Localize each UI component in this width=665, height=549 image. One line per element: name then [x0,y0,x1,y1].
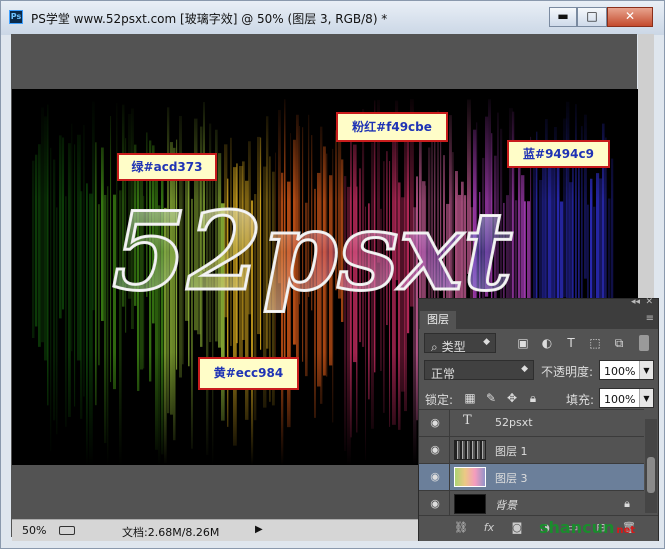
layer-name[interactable]: 图层 1 [495,443,528,459]
search-icon: ⌕ [431,340,438,354]
panel-menu-icon[interactable]: ≡ [646,313,654,324]
photoshop-app-icon: Ps [9,10,23,24]
filter-pixel-icon[interactable]: ▣ [515,335,531,351]
chevron-updown-icon: ◆ [483,337,490,347]
lock-icon: 🔒︎ [624,497,630,510]
lock-image-brush-icon[interactable]: ✎ [483,390,499,406]
document-size: 文档:2.68M/8.26M [122,526,220,539]
layer-name[interactable]: 图层 3 [495,470,528,486]
layer-name[interactable]: 52psxt [495,416,533,429]
fill-label: 填充: [566,393,595,407]
layer-name[interactable]: 背景 [495,497,517,513]
visibility-eye-icon[interactable]: ◉ [428,416,442,430]
opacity-field[interactable]: 100% ▼ [599,360,654,380]
filter-adjustment-icon[interactable]: ◐ [539,335,555,351]
proof-setup-icon[interactable] [59,526,75,535]
opacity-value: 100% [604,365,636,378]
callout-pink: 粉红#f49cbe [336,112,448,142]
photoshop-window: Ps PS学堂 www.52psxt.com [玻璃字效] @ 50% (图层 … [0,0,665,549]
lock-label: 锁定: [425,393,454,407]
layer-row-52psxt[interactable]: ◉ T 52psxt [419,409,644,437]
collapse-panel-icon[interactable]: ◂◂ [631,297,640,307]
filter-toggle-switch[interactable] [639,335,649,351]
blend-mode-select[interactable]: 正常 ◆ [424,360,534,381]
panel-header[interactable]: ◂◂ ✕ [419,297,658,311]
visibility-eye-icon[interactable]: ◉ [428,497,442,511]
filter-smartobject-icon[interactable]: ⧉ [611,335,627,351]
visibility-eye-icon[interactable]: ◉ [428,470,442,484]
chevron-updown-icon: ◆ [521,364,528,374]
panel-tab-row: 图层 ≡ [419,311,658,329]
layer-style-fx-icon[interactable]: fx [481,520,497,536]
add-mask-icon[interactable]: ◙ [509,520,525,536]
filter-kind-value: ⌕ 类型 [431,340,466,354]
close-panel-icon[interactable]: ✕ [645,297,653,307]
scrollbar-thumb[interactable] [647,457,655,493]
status-menu-arrow-icon[interactable]: ▶ [255,524,263,535]
fill-value: 100% [604,393,636,406]
layers-panel: ◂◂ ✕ 图层 ≡ ⌕ 类型 ◆ ▣ ◐ T ⬚ ⧉ 正常 ◆ 不透明度: 10… [418,297,659,541]
glass-text-highlight: 52psxt [112,189,513,315]
layer-row-layer3[interactable]: ◉ 图层 3 [419,463,644,491]
layer-thumbnail [454,440,486,460]
fill-field[interactable]: 100% ▼ [599,388,654,408]
layer-filter-select[interactable]: ⌕ 类型 ◆ [424,333,496,354]
close-button[interactable]: ✕ [607,7,653,27]
callout-blue: 蓝#9494c9 [507,140,610,168]
document-title: PS学堂 www.52psxt.com [玻璃字效] @ 50% (图层 3, … [31,12,388,26]
maximize-button[interactable]: □ [577,7,607,27]
callout-yellow: 黄#ecc984 [198,357,299,390]
status-bar: 50% 文档:2.68M/8.26M ▶ [12,519,418,541]
layer-thumbnail [454,467,486,487]
zoom-level[interactable]: 50% [22,524,46,537]
chevron-down-icon[interactable]: ▼ [639,389,653,407]
filter-shape-icon[interactable]: ⬚ [587,335,603,351]
layer-row-background[interactable]: ◉ 背景 🔒︎ [419,490,644,518]
layer-row-layer1[interactable]: ◉ 图层 1 [419,436,644,464]
visibility-eye-icon[interactable]: ◉ [428,443,442,457]
lock-transparent-icon[interactable]: ▦ [462,390,478,406]
row-divider [449,410,450,437]
layer-thumbnail [454,494,486,514]
filter-type-icon[interactable]: T [563,335,579,351]
watermark: shancun net [539,518,636,537]
layers-scrollbar[interactable] [645,419,657,513]
blend-mode-value: 正常 [431,367,456,381]
minimize-button[interactable]: ▬ [549,7,577,27]
text-layer-icon: T [463,413,472,428]
callout-green: 绿#acd373 [117,153,217,181]
lock-all-icon[interactable]: 🔒︎ [525,390,541,406]
row-divider [449,464,450,491]
row-divider [449,491,450,518]
lock-position-move-icon[interactable]: ✥ [504,390,520,406]
opacity-label: 不透明度: [541,365,594,379]
chevron-down-icon[interactable]: ▼ [639,361,653,379]
title-bar[interactable]: Ps PS学堂 www.52psxt.com [玻璃字效] @ 50% (图层 … [1,1,664,35]
tab-layers[interactable]: 图层 [420,311,456,329]
row-divider [449,437,450,464]
link-layers-icon[interactable]: ⛓ [453,520,469,536]
